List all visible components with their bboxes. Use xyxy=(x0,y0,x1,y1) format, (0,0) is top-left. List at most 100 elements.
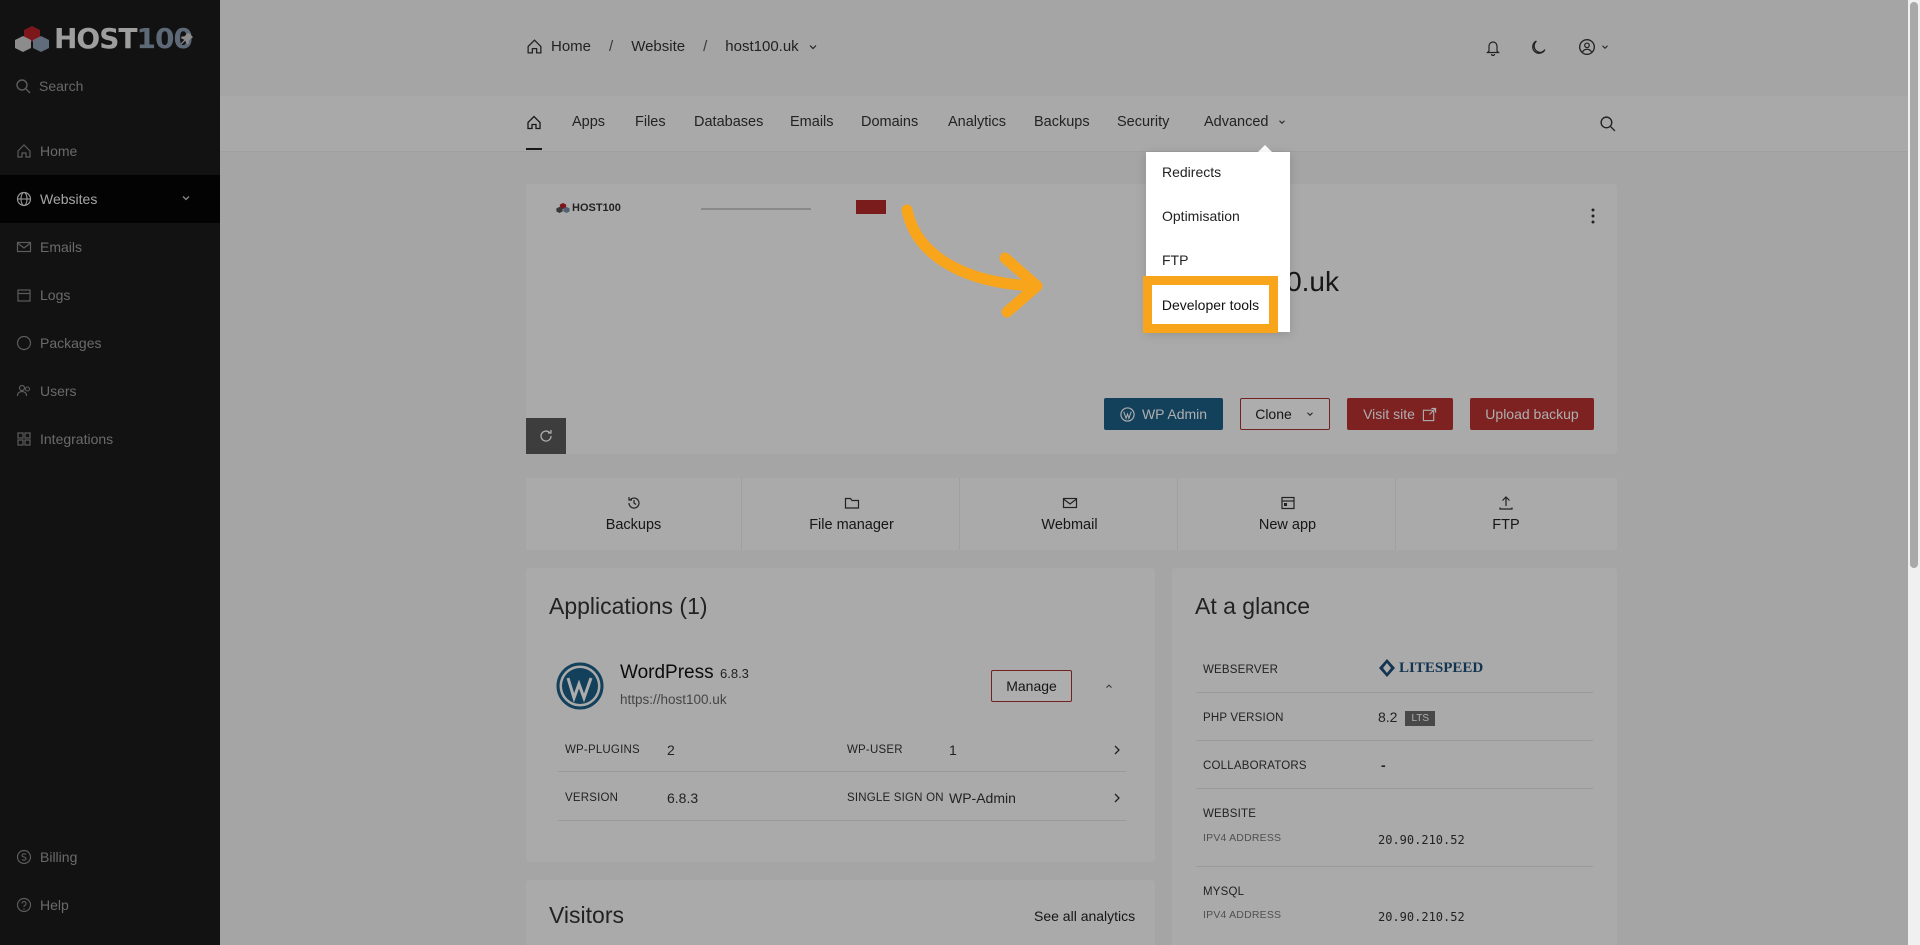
history-icon xyxy=(627,497,640,509)
logo-cubes-icon xyxy=(556,202,570,214)
applications-title: Applications (1) xyxy=(549,593,708,619)
tab-files[interactable]: Files xyxy=(635,114,666,152)
refresh-preview-button[interactable] xyxy=(526,418,566,454)
home-icon[interactable] xyxy=(526,38,543,55)
quick-action-webmail[interactable]: Webmail xyxy=(962,478,1178,550)
php-version-number: 8.2 xyxy=(1378,709,1398,725)
globe-icon xyxy=(16,191,32,207)
scrollbar-track[interactable] xyxy=(1908,0,1920,945)
search-icon xyxy=(16,79,31,94)
quick-action-ftp[interactable]: FTP xyxy=(1398,478,1614,550)
quick-action-label: Backups xyxy=(605,517,662,533)
pin-icon[interactable] xyxy=(180,32,194,46)
website-ip-value: 20.90.210.52 xyxy=(1378,833,1465,847)
chevron-down-icon[interactable] xyxy=(1600,42,1610,52)
sidebar-item-emails[interactable]: Emails xyxy=(0,223,220,271)
refresh-icon xyxy=(540,430,552,442)
breadcrumb-current[interactable]: host100.uk xyxy=(725,38,798,55)
webserver-label: WEBSERVER xyxy=(1203,664,1279,676)
wordpress-icon xyxy=(1120,406,1135,422)
tab-advanced[interactable]: Advanced xyxy=(1204,114,1287,152)
chevron-up-icon[interactable] xyxy=(1104,682,1114,690)
breadcrumb: Home / Website / host100.uk xyxy=(526,38,819,55)
breadcrumb-separator: / xyxy=(609,38,614,55)
chevron-down-icon[interactable] xyxy=(807,41,819,53)
preview-logo: HOST100 xyxy=(556,202,621,214)
divider xyxy=(1196,740,1593,741)
menu-item-redirects[interactable]: Redirects xyxy=(1162,164,1221,180)
chevron-right-icon[interactable] xyxy=(1113,792,1121,804)
see-all-analytics-link[interactable]: See all analytics xyxy=(1034,908,1135,924)
preview-nav xyxy=(701,208,811,210)
litespeed-icon xyxy=(1379,659,1395,677)
tab-home[interactable] xyxy=(526,114,542,150)
visit-site-button[interactable]: Visit site xyxy=(1347,398,1453,430)
site-overview-card: HOST100 host100.uk WP Admin Clone Visit … xyxy=(526,184,1617,454)
app-name: WordPress xyxy=(620,662,714,683)
sidebar-item-websites[interactable]: Websites xyxy=(0,175,220,223)
billing-icon xyxy=(16,849,32,865)
menu-item-ftp[interactable]: FTP xyxy=(1162,252,1188,268)
more-options-icon[interactable] xyxy=(1591,208,1595,224)
tab-emails[interactable]: Emails xyxy=(790,114,834,152)
search-icon[interactable] xyxy=(1599,115,1616,132)
menu-item-optimisation[interactable]: Optimisation xyxy=(1162,208,1240,224)
sidebar-search-label: Search xyxy=(39,78,84,94)
users-icon xyxy=(16,384,31,397)
main-content: Home / Website / host100.uk Apps Files D… xyxy=(220,0,1920,945)
wp-admin-button[interactable]: WP Admin xyxy=(1104,398,1223,430)
sidebar-item-packages[interactable]: Packages xyxy=(0,319,220,367)
at-a-glance-card: At a glance WEBSERVER LITESPEED PHP VERS… xyxy=(1172,568,1617,945)
sidebar-item-billing[interactable]: Billing xyxy=(0,833,220,881)
wp-plugins-value: 2 xyxy=(667,742,675,758)
upload-icon xyxy=(1499,496,1513,510)
mysql-label: MYSQL xyxy=(1203,886,1245,898)
tab-security[interactable]: Security xyxy=(1117,114,1169,152)
version-value: 6.8.3 xyxy=(667,790,699,806)
sidebar-item-logs[interactable]: Logs xyxy=(0,271,220,319)
php-version-value: 8.2 LTS xyxy=(1378,709,1436,726)
sidebar-item-help[interactable]: Help xyxy=(0,881,220,929)
tab-databases[interactable]: Databases xyxy=(694,114,763,152)
moon-icon[interactable] xyxy=(1530,39,1547,56)
divider xyxy=(1196,692,1593,693)
chevron-right-icon[interactable] xyxy=(1113,744,1121,756)
wp-admin-label: WP Admin xyxy=(1141,406,1208,422)
quick-action-label: New app xyxy=(1258,517,1317,533)
breadcrumb-home[interactable]: Home xyxy=(551,38,591,55)
upload-backup-button[interactable]: Upload backup xyxy=(1470,398,1594,430)
sidebar-item-integrations[interactable]: Integrations xyxy=(0,415,220,463)
divider xyxy=(1196,866,1593,867)
quick-action-label: FTP xyxy=(1492,517,1520,533)
bell-icon[interactable] xyxy=(1485,39,1501,56)
tab-apps[interactable]: Apps xyxy=(572,114,605,152)
site-preview-thumbnail[interactable]: HOST100 xyxy=(526,184,954,454)
circle-icon xyxy=(16,335,32,351)
sidebar-search[interactable]: Search xyxy=(15,78,83,94)
sidebar-item-label: Billing xyxy=(40,849,78,865)
host100-logo[interactable]: HOST100 xyxy=(14,22,193,55)
quick-action-new-app[interactable]: New app xyxy=(1180,478,1396,550)
sidebar-item-users[interactable]: Users xyxy=(0,367,220,415)
litespeed-logo: LITESPEED xyxy=(1378,658,1483,678)
tutorial-arrow-icon xyxy=(901,204,1043,318)
menu-item-developer-tools[interactable]: Developer tools xyxy=(1143,276,1278,333)
manage-button[interactable]: Manage xyxy=(991,670,1072,702)
tab-analytics[interactable]: Analytics xyxy=(948,114,1006,152)
user-account-icon[interactable] xyxy=(1578,38,1596,56)
clone-button[interactable]: Clone xyxy=(1240,398,1330,430)
quick-action-file-manager[interactable]: File manager xyxy=(744,478,960,550)
tab-domains[interactable]: Domains xyxy=(861,114,918,152)
sso-value: WP-Admin xyxy=(949,790,1016,806)
tab-backups[interactable]: Backups xyxy=(1034,114,1090,152)
sidebar-item-home[interactable]: Home xyxy=(0,127,220,175)
scrollbar-thumb[interactable] xyxy=(1910,2,1918,568)
breadcrumb-website[interactable]: Website xyxy=(631,38,685,55)
visit-site-label: Visit site xyxy=(1363,406,1415,422)
sidebar-item-label: Logs xyxy=(40,287,71,303)
app-url[interactable]: https://host100.uk xyxy=(620,692,727,707)
quick-action-backups[interactable]: Backups xyxy=(526,478,742,550)
mysql-ip-value: 20.90.210.52 xyxy=(1378,910,1465,924)
grid-icon xyxy=(17,432,31,446)
collaborators-value: - xyxy=(1381,757,1386,773)
